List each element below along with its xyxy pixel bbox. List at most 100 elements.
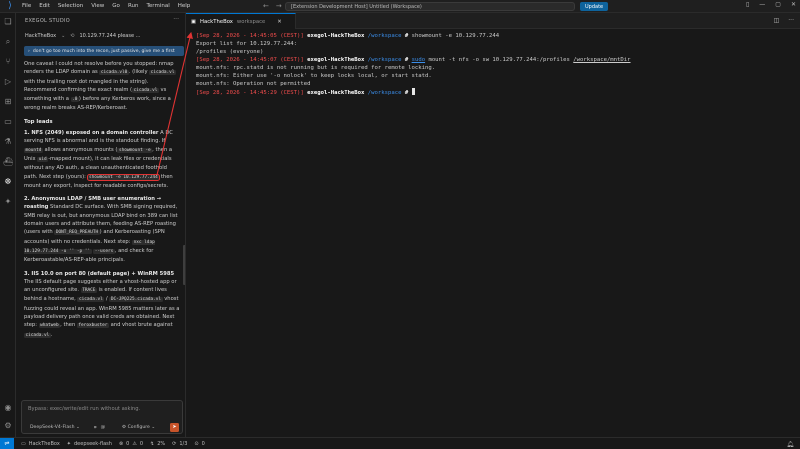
back-arrow-icon[interactable]: ← — [263, 2, 269, 10]
folder-icon: ▭ — [21, 440, 26, 447]
exegol-studio-panel: EXEGOL STUDIO ··· HackTheBox ⌄ ⟲ 10.129.… — [16, 13, 186, 437]
refresh-icon: ⟳ — [172, 440, 177, 447]
status-progress[interactable]: ↯ 2% — [150, 441, 165, 447]
more-actions-icon[interactable]: ··· — [173, 16, 179, 23]
inline-code: whatweb — [38, 323, 61, 329]
prompt-pill[interactable]: › don't go too much into the recon, just… — [24, 46, 184, 56]
chat-input-box[interactable]: Bypass: exec/write/edit run without aski… — [21, 400, 183, 434]
status-count[interactable]: ⊙ 0 — [194, 441, 204, 447]
close-icon[interactable]: ✕ — [791, 1, 796, 8]
status-workspace[interactable]: ▭ HackTheBox — [21, 441, 60, 447]
extensions-icon[interactable]: ⊞ — [3, 97, 13, 107]
terminal-output: [Sep 28, 2026 - 14:45:05 (CEST)] exegol-… — [196, 32, 631, 97]
command-center[interactable]: [Extension Development Host] Untitled (W… — [285, 2, 575, 11]
status-model[interactable]: ✦ deepseek-flash — [67, 441, 112, 447]
terminal-prompt-line: [Sep 28, 2026 - 14:45:05 (CEST)] exegol-… — [196, 32, 631, 40]
prompt-symbol: # — [401, 33, 412, 39]
panel-title: EXEGOL STUDIO — [25, 18, 70, 24]
terminal-output-line: mount.nfs: rpc.statd is not running but … — [196, 64, 631, 72]
prompt-text: don't go too much into the recon, just p… — [32, 48, 175, 54]
menu-run[interactable]: Run — [128, 3, 139, 9]
settings-gear-icon[interactable]: ⚙ — [3, 421, 13, 431]
terminal-prompt-line: [Sep 28, 2026 - 14:45:07 (CEST)] exegol-… — [196, 56, 631, 64]
terminal-view[interactable]: [Sep 28, 2026 - 14:45:05 (CEST)] exegol-… — [186, 29, 800, 437]
notifications-icon[interactable]: 🔔︎ — [786, 441, 794, 448]
prompt-path: /workspace — [367, 90, 402, 96]
command-text: showmount -e 10.129.77.244 — [411, 33, 500, 39]
testing-icon[interactable]: ⚗ — [3, 137, 13, 147]
editor-tab-bar: ▣ HackTheBox workspace ✕ ◫ ··· — [186, 13, 800, 29]
lead-title: 3. IIS 10.0 on port 80 (default page) + … — [24, 270, 175, 277]
mention-icon[interactable]: @ — [101, 425, 106, 431]
lead-title: 1. NFS (2049) exposed on a domain contro… — [24, 130, 159, 137]
prompt-symbol: # — [401, 57, 412, 63]
menu-terminal[interactable]: Terminal — [146, 3, 169, 9]
menu-help[interactable]: Help — [178, 3, 191, 9]
text: and vhost brute against — [108, 322, 173, 329]
account-icon[interactable]: ◉ — [3, 403, 13, 413]
gear-icon: ⚙ — [122, 425, 127, 430]
source-control-icon[interactable]: ⑂ — [3, 57, 13, 67]
menu-bar: File Edit Selection View Go Run Terminal… — [22, 3, 190, 9]
input-tools: ⌗ @ — [94, 425, 105, 431]
highlighted-command[interactable]: showmount -e 10.129.77.244 — [86, 173, 161, 181]
session-target: 10.129.77.244 please ... — [79, 32, 141, 39]
terminal-output-line: Export list for 10.129.77.244: — [196, 40, 631, 48]
pulse-icon: ↯ — [150, 440, 155, 447]
menu-selection[interactable]: Selection — [58, 3, 83, 9]
forward-arrow-icon[interactable]: → — [276, 2, 282, 10]
search-icon[interactable]: ⌕ — [3, 37, 13, 47]
update-button[interactable]: Update — [580, 2, 609, 11]
broadcast-icon: ⊙ — [194, 440, 199, 447]
attach-icon[interactable]: ⌗ — [94, 425, 97, 431]
send-icon: ➤ — [172, 424, 177, 430]
top-leads-heading: Top leads — [24, 118, 53, 125]
menu-edit[interactable]: Edit — [39, 3, 50, 9]
exegol-studio-icon[interactable]: ☸ — [3, 177, 13, 187]
prompt-path: /workspace — [367, 57, 402, 63]
text: allows anonymous mounts ( — [42, 146, 118, 153]
status-problems[interactable]: ⊗ 0 ⚠ 0 — [119, 441, 143, 447]
session-row[interactable]: HackTheBox ⌄ ⟲ 10.129.77.244 please ... — [25, 31, 185, 40]
run-debug-icon[interactable]: ▷ — [3, 77, 13, 87]
chat-transcript: One caveat I could not resolve before yo… — [24, 60, 182, 345]
command-sudo: sudo — [411, 57, 426, 63]
model-selector[interactable]: DeepSeek-V4-Flash ⌄ — [30, 425, 80, 430]
more-actions-icon[interactable]: ··· — [788, 17, 794, 24]
prompt-host: exegol-HackTheBox — [307, 90, 365, 96]
configure-button[interactable]: ⚙ Configure ⌄ — [122, 425, 155, 430]
send-button[interactable]: ➤ — [170, 423, 179, 432]
inline-code: DC-JPQ225.cicada.vl — [109, 297, 163, 303]
tab-close-icon[interactable]: ✕ — [277, 19, 281, 25]
output-text: mount.nfs: rpc.statd is not running but … — [196, 65, 436, 71]
window-controls: ▯ — ▢ ✕ — [746, 1, 796, 8]
layout-icon[interactable]: ▯ — [746, 1, 749, 8]
prompt-path: /workspace — [367, 33, 402, 39]
status-pages[interactable]: ⟳ 1/3 — [172, 441, 187, 447]
output-text: /profiles (everyone) — [196, 49, 264, 55]
chat-input-placeholder[interactable]: Bypass: exec/write/edit run without aski… — [28, 406, 140, 412]
workspace-name: HackTheBox — [28, 440, 60, 447]
chevron-down-icon: ⌄ — [151, 425, 156, 430]
menu-go[interactable]: Go — [112, 3, 120, 9]
inline-code: mountd — [24, 147, 43, 153]
tab-hackthebox[interactable]: ▣ HackTheBox workspace ✕ — [186, 13, 296, 29]
docker-icon[interactable]: ⛴ — [3, 157, 13, 167]
vscode-logo-icon: ⟩ — [8, 1, 12, 11]
menu-file[interactable]: File — [22, 3, 31, 9]
split-editor-icon[interactable]: ◫ — [774, 17, 780, 24]
remote-indicator-icon[interactable]: ⇌ — [0, 437, 14, 449]
explorer-icon[interactable]: ❏ — [3, 17, 13, 27]
terminal-cursor — [411, 88, 416, 95]
text: One caveat I could not resolve before yo… — [24, 61, 158, 67]
command-path: /workspace/mntDir — [573, 57, 631, 63]
menu-view[interactable]: View — [91, 3, 104, 9]
warning-icon: ⚠ — [132, 440, 137, 447]
remote-explorer-icon[interactable]: ▭ — [3, 117, 13, 127]
maximize-icon[interactable]: ▢ — [775, 1, 781, 8]
text: , then — [60, 322, 77, 329]
extension-icon[interactable]: ✦ — [3, 197, 13, 207]
chevron-down-icon: ⌄ — [75, 425, 80, 430]
minimize-icon[interactable]: — — [759, 1, 765, 8]
output-text: mount.nfs: Operation not permitted — [196, 81, 311, 87]
